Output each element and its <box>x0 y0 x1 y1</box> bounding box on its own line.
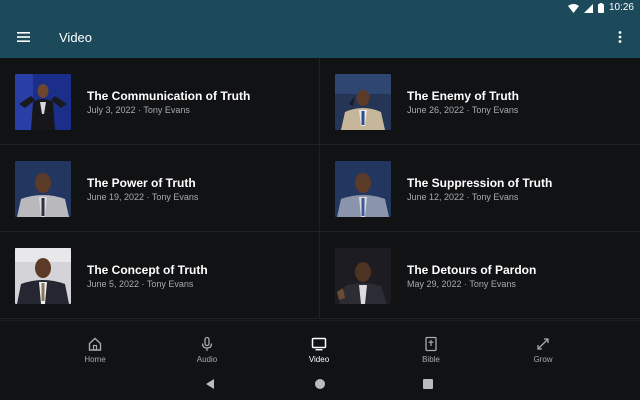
video-title: The Enemy of Truth <box>407 89 520 103</box>
video-meta: June 12, 2022 · Tony Evans <box>407 192 519 202</box>
video-meta: May 29, 2022 · Tony Evans <box>407 279 516 289</box>
nav-label: Home <box>84 355 106 364</box>
signal-icon <box>583 3 593 13</box>
back-icon[interactable] <box>203 377 217 391</box>
video-title: The Communication of Truth <box>87 89 251 103</box>
video-thumbnail <box>335 161 391 217</box>
nav-item-bible[interactable]: Bible <box>375 321 487 369</box>
video-title: The Detours of Pardon <box>407 263 537 277</box>
status-time: 10:26 <box>608 2 634 13</box>
video-meta: June 26, 2022 · Tony Evans <box>407 105 519 115</box>
app-bar: Video <box>0 16 640 58</box>
bible-icon <box>425 336 437 352</box>
video-title: The Concept of Truth <box>87 263 208 277</box>
video-grid: The Communication of Truth July 3, 2022 … <box>0 58 640 320</box>
more-options-button[interactable] <box>610 27 630 47</box>
video-thumbnail <box>15 161 71 217</box>
page-title: Video <box>59 30 93 45</box>
video-title: The Power of Truth <box>87 176 196 190</box>
menu-button[interactable] <box>14 27 34 47</box>
home-icon <box>88 337 102 351</box>
video-meta: June 5, 2022 · Tony Evans <box>87 279 194 289</box>
grow-icon <box>537 338 549 350</box>
video-card[interactable]: The Enemy of Truth June 26, 2022 · Tony … <box>320 58 640 145</box>
system-navigation-bar <box>0 368 640 400</box>
microphone-icon <box>201 336 213 351</box>
video-card[interactable]: The Power of Truth June 19, 2022 · Tony … <box>0 145 320 232</box>
video-card[interactable]: The Suppression of Truth June 12, 2022 ·… <box>320 145 640 232</box>
battery-icon <box>597 3 604 13</box>
status-icons: 10:26 <box>567 2 634 14</box>
video-thumbnail <box>15 248 71 304</box>
nav-label: Bible <box>422 355 440 364</box>
video-meta: June 19, 2022 · Tony Evans <box>87 192 199 202</box>
bottom-navigation: Home Audio Video Bible Grow <box>0 320 640 368</box>
status-bar: 10:26 <box>0 0 640 16</box>
video-thumbnail <box>335 74 391 130</box>
nav-item-audio[interactable]: Audio <box>151 321 263 369</box>
video-thumbnail <box>15 74 71 130</box>
home-circle-icon[interactable] <box>313 377 327 391</box>
nav-label: Grow <box>533 355 553 364</box>
nav-item-grow[interactable]: Grow <box>487 321 599 369</box>
hamburger-icon <box>17 32 30 42</box>
more-vert-icon <box>618 31 622 43</box>
nav-item-video[interactable]: Video <box>263 321 375 369</box>
nav-label: Video <box>308 355 330 364</box>
video-meta: July 3, 2022 · Tony Evans <box>87 105 190 115</box>
video-card[interactable]: The Detours of Pardon May 29, 2022 · Ton… <box>320 232 640 319</box>
nav-item-home[interactable]: Home <box>39 321 151 369</box>
tv-icon <box>311 337 327 351</box>
video-card[interactable]: The Communication of Truth July 3, 2022 … <box>0 58 320 145</box>
video-thumbnail <box>335 248 391 304</box>
recents-icon[interactable] <box>421 377 435 391</box>
nav-label: Audio <box>196 355 218 364</box>
video-card[interactable]: The Concept of Truth June 5, 2022 · Tony… <box>0 232 320 319</box>
video-title: The Suppression of Truth <box>407 176 553 190</box>
wifi-icon <box>567 3 579 13</box>
